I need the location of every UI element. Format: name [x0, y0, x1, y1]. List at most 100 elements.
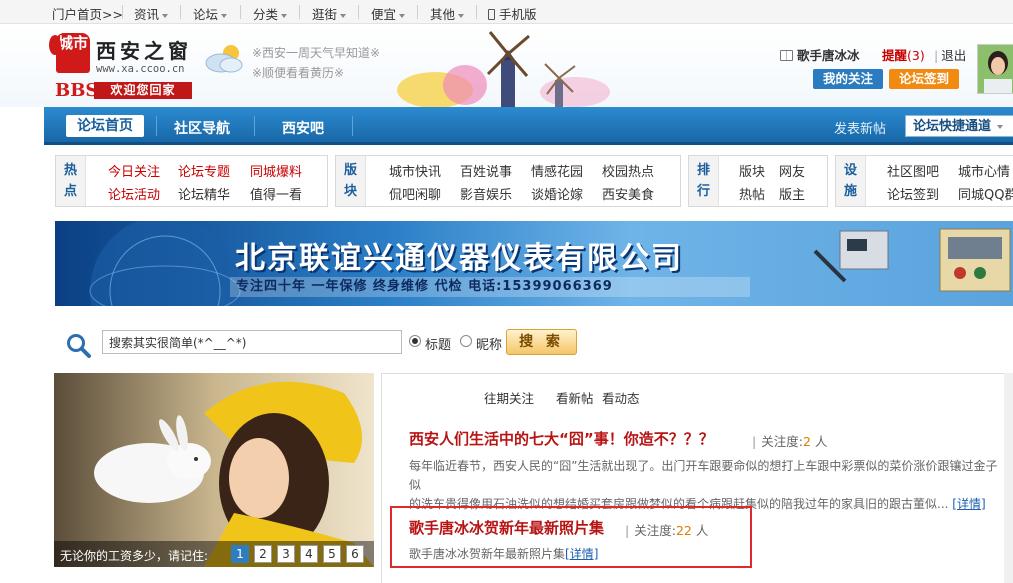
topnav-item-news[interactable]: 资讯	[134, 4, 169, 23]
search-input[interactable]	[102, 330, 402, 354]
almanac-link[interactable]: ※顺便看看黄历※	[252, 64, 344, 81]
topnav-item-forum[interactable]: 论坛	[193, 4, 228, 23]
banner-subtitle: 专注四十年 一年保修 终身维修 代检 电话:15399066369	[230, 277, 750, 297]
weather-icon[interactable]	[203, 41, 247, 75]
slide-page-6[interactable]: 6	[346, 545, 364, 563]
slide-page-3[interactable]: 3	[277, 545, 295, 563]
main-nav: 论坛首页 社区导航 西安吧 发表新帖 论坛快捷通道	[44, 107, 1013, 145]
attention-count: 2	[802, 434, 811, 449]
link-city-qq-group[interactable]: 同城QQ群	[958, 184, 1013, 203]
slide-page-1[interactable]: 1	[231, 545, 249, 563]
article-meta: 关注度:22 人	[625, 520, 708, 539]
avatar-image	[978, 45, 1013, 93]
search-option-title-radio[interactable]	[409, 335, 421, 347]
divider	[476, 5, 477, 19]
group-label-top: 排	[696, 163, 710, 178]
link-today-focus[interactable]: 今日关注	[108, 161, 160, 180]
topnav-item-shopping[interactable]: 逛街	[312, 4, 347, 23]
link-forum-signin[interactable]: 论坛签到	[887, 184, 939, 203]
link-marriage-talk[interactable]: 谈婚论嫁	[531, 184, 583, 203]
link-city-news-tips[interactable]: 同城爆料	[250, 161, 302, 180]
link-community-photos[interactable]: 社区图吧	[887, 161, 939, 180]
logo-badge[interactable]: 城市	[49, 33, 90, 73]
weather-link[interactable]: ※西安一周天气早知道※	[252, 44, 380, 61]
windmill-decoration	[397, 31, 610, 107]
banner-ad[interactable]: 北京联谊兴通仪器仪表有限公司 专注四十年 一年保修 终身维修 代检 电话:153…	[55, 221, 1013, 306]
logo-title[interactable]: 西安之窗	[96, 35, 192, 64]
tab-new-posts[interactable]: 看新帖	[556, 388, 594, 407]
search-option-nick-label: 昵称	[476, 338, 503, 353]
link-xian-food[interactable]: 西安美食	[602, 184, 654, 203]
photo-slideshow[interactable]: 无论你的工资多少，请记住: 1 2 3 4 5 6	[54, 373, 374, 567]
slide-page-2[interactable]: 2	[254, 545, 272, 563]
forum-signin-button[interactable]: 论坛签到	[889, 69, 959, 89]
search-option-nick-radio[interactable]	[460, 335, 472, 347]
slideshow-caption-bar: 无论你的工资多少，请记住: 1 2 3 4 5 6	[54, 541, 374, 567]
topnav-item-label: 分类	[253, 7, 279, 22]
tab-past-focus[interactable]: 往期关注	[484, 388, 534, 407]
divider	[299, 5, 300, 19]
link-forum-topics[interactable]: 论坛专题	[178, 161, 230, 180]
new-post-link[interactable]: 发表新帖	[834, 118, 886, 137]
my-follow-button[interactable]: 我的关注	[813, 69, 883, 89]
topnav-item-label: 逛街	[312, 7, 338, 22]
group-label-facility: 设施	[836, 156, 866, 206]
chevron-down-icon	[458, 13, 465, 18]
slideshow-image	[54, 373, 374, 567]
divider	[417, 5, 418, 19]
link-love-garden[interactable]: 情感花园	[531, 161, 583, 180]
portal-home-link[interactable]: 门户首页>>	[52, 4, 123, 23]
link-forum-best[interactable]: 论坛精华	[178, 184, 230, 203]
mobile-version-link[interactable]: 手机版	[488, 4, 537, 23]
group-label-bottom: 块	[343, 184, 357, 199]
board-links-group: 版块 城市快讯 百姓说事 情感花园 校园热点 侃吧闲聊 影音娱乐 谈婚论嫁 西安…	[335, 155, 681, 207]
article-detail-link[interactable]: [详情]	[565, 547, 598, 561]
link-city-mood[interactable]: 城市心情	[958, 161, 1010, 180]
link-city-express[interactable]: 城市快讯	[389, 161, 441, 180]
search-icon	[67, 334, 91, 358]
link-rank-hot-posts[interactable]: 热帖	[739, 184, 765, 203]
forum-quick-select[interactable]: 论坛快捷通道	[905, 115, 1013, 137]
slide-page-5[interactable]: 5	[323, 545, 341, 563]
link-rank-users[interactable]: 网友	[779, 161, 805, 180]
topnav-item-bargain[interactable]: 便宜	[371, 4, 406, 23]
search-button[interactable]: 搜 索	[506, 329, 577, 355]
link-rank-moderators[interactable]: 版主	[779, 184, 805, 203]
article-title[interactable]: 西安人们生活中的七大“囧”事！你造不？？？	[409, 428, 714, 449]
attention-unit: 人	[695, 523, 709, 538]
group-label-bottom: 行	[696, 184, 710, 199]
group-label-hot: 热点	[56, 156, 86, 206]
slide-page-4[interactable]: 4	[300, 545, 318, 563]
quick-select-value: 论坛快捷通道	[913, 119, 992, 134]
username-link[interactable]: 歌手唐冰冰	[780, 45, 860, 64]
link-rank-boards[interactable]: 版块	[739, 161, 765, 180]
chevron-down-icon	[340, 13, 347, 18]
nav-community-guide[interactable]: 社区导航	[174, 118, 230, 138]
divider	[254, 116, 255, 136]
link-chat-bar[interactable]: 侃吧闲聊	[389, 184, 441, 203]
link-folks-talk[interactable]: 百姓说事	[460, 161, 512, 180]
divider	[358, 5, 359, 19]
avatar[interactable]	[977, 44, 1013, 94]
link-worth-a-look[interactable]: 值得一看	[250, 184, 302, 203]
group-label-top: 版	[343, 163, 357, 178]
article-title[interactable]: 歌手唐冰冰贺新年最新照片集	[409, 517, 604, 538]
search-option-title-label: 标题	[425, 338, 452, 353]
nav-forum-home[interactable]: 论坛首页	[66, 115, 144, 137]
scrollbar[interactable]	[1004, 373, 1013, 583]
attention-count: 22	[675, 523, 692, 538]
article-detail-link[interactable]: [详情]	[952, 497, 985, 511]
topnav-item-other[interactable]: 其他	[430, 4, 465, 23]
link-campus-hot[interactable]: 校园热点	[602, 161, 654, 180]
link-entertainment[interactable]: 影音娱乐	[460, 184, 512, 203]
topnav-item-classified[interactable]: 分类	[253, 4, 288, 23]
attention-label: 关注度:	[761, 434, 803, 449]
topnav-item-label: 便宜	[371, 7, 397, 22]
nav-xian-bar[interactable]: 西安吧	[282, 118, 324, 138]
group-label-ranking: 排行	[689, 156, 719, 206]
remind-link[interactable]: 提醒(3)	[882, 45, 925, 64]
link-forum-events[interactable]: 论坛活动	[108, 184, 160, 203]
logout-link[interactable]: 退出	[934, 45, 966, 64]
mobile-version-label: 手机版	[499, 7, 537, 22]
tab-activity[interactable]: 看动态	[602, 388, 640, 407]
